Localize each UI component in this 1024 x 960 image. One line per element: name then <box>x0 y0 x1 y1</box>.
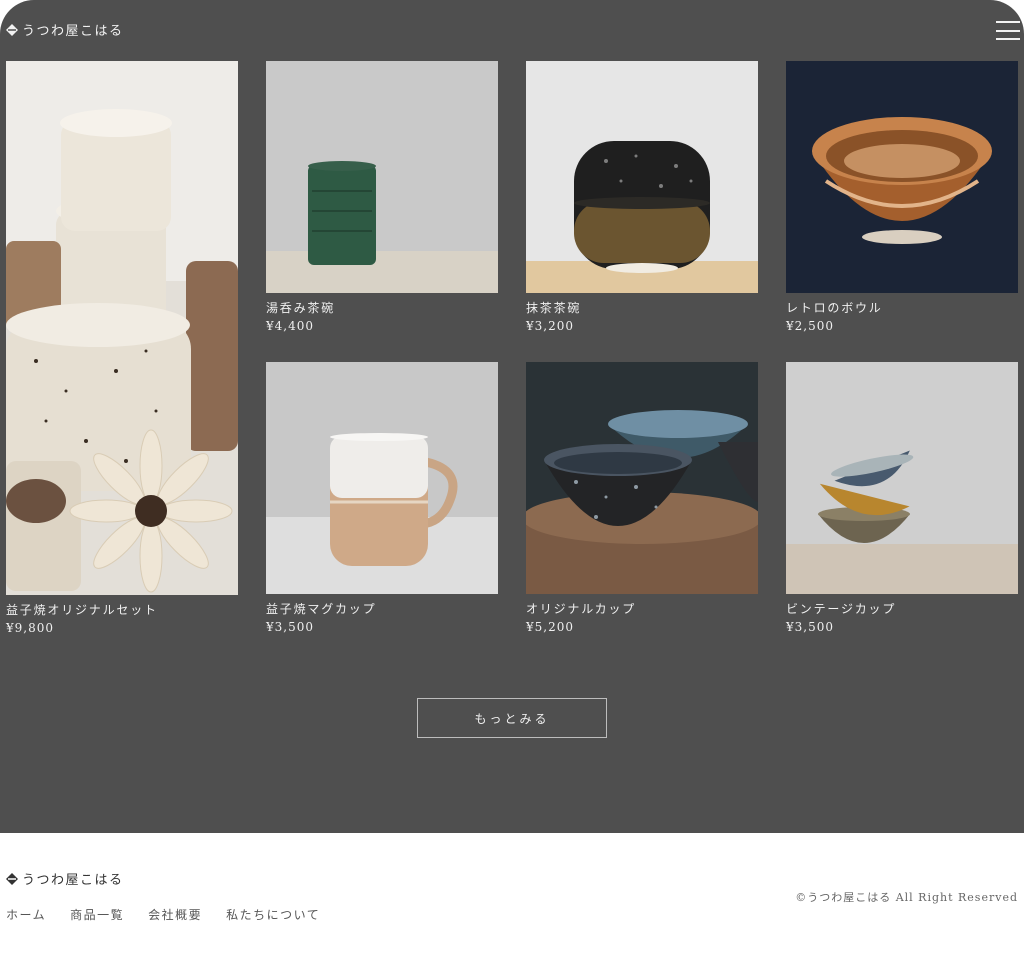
product-price: ¥3,500 <box>786 620 834 634</box>
footer-logo[interactable]: うつわ屋こはる <box>6 869 124 888</box>
product-image[interactable] <box>786 362 1018 594</box>
site-logo[interactable]: うつわ屋こはる <box>6 20 124 39</box>
product-image[interactable] <box>786 61 1018 293</box>
footer-link-company[interactable]: 会社概要 <box>148 906 202 923</box>
product-image[interactable] <box>266 362 498 594</box>
logo-text: うつわ屋こはる <box>22 24 124 39</box>
diamond-logo-icon <box>6 23 18 36</box>
copyright-text: ©うつわ屋こはる All Right Reserved <box>795 891 1018 904</box>
product-image[interactable] <box>266 61 498 293</box>
product-price: ¥2,500 <box>786 319 834 333</box>
product-card[interactable]: 抹茶茶碗 ¥3,200 <box>526 61 758 333</box>
product-image[interactable] <box>6 61 238 595</box>
product-card[interactable]: ビンテージカップ ¥3,500 <box>786 362 1018 634</box>
product-price: ¥5,200 <box>526 620 574 634</box>
product-card[interactable]: レトロのボウル ¥2,500 <box>786 61 1018 333</box>
diamond-logo-icon <box>6 872 18 885</box>
product-card[interactable]: 益子焼オリジナルセット ¥9,800 <box>6 61 238 635</box>
footer-link-about[interactable]: 私たちについて <box>226 906 320 923</box>
product-price: ¥3,500 <box>266 620 314 634</box>
product-name[interactable]: 益子焼オリジナルセット <box>6 601 238 618</box>
product-price: ¥9,800 <box>6 621 54 635</box>
see-more-button[interactable]: もっとみる <box>417 698 607 738</box>
product-name[interactable]: レトロのボウル <box>786 299 1018 316</box>
product-section: うつわ屋こはる 益子焼オリジナルセット ¥9,800 湯呑み茶碗 ¥4,400 … <box>0 0 1024 833</box>
site-footer: うつわ屋こはる ホーム 商品一覧 会社概要 私たちについて ©うつわ屋こはる A… <box>0 833 1024 960</box>
product-price: ¥4,400 <box>266 319 314 333</box>
product-card[interactable]: オリジナルカップ ¥5,200 <box>526 362 758 634</box>
product-name[interactable]: ビンテージカップ <box>786 600 1018 617</box>
product-name[interactable]: オリジナルカップ <box>526 600 758 617</box>
product-name[interactable]: 益子焼マグカップ <box>266 600 498 617</box>
footer-link-home[interactable]: ホーム <box>6 906 46 923</box>
hamburger-menu-icon[interactable] <box>996 21 1020 40</box>
product-image[interactable] <box>526 362 758 594</box>
footer-link-products[interactable]: 商品一覧 <box>70 906 124 923</box>
product-image[interactable] <box>526 61 758 293</box>
footer-nav: ホーム 商品一覧 会社概要 私たちについて <box>6 906 320 923</box>
product-card[interactable]: 湯呑み茶碗 ¥4,400 <box>266 61 498 333</box>
product-name[interactable]: 抹茶茶碗 <box>526 299 758 316</box>
product-name[interactable]: 湯呑み茶碗 <box>266 299 498 316</box>
footer-logo-text: うつわ屋こはる <box>22 873 124 888</box>
product-price: ¥3,200 <box>526 319 574 333</box>
product-card[interactable]: 益子焼マグカップ ¥3,500 <box>266 362 498 634</box>
